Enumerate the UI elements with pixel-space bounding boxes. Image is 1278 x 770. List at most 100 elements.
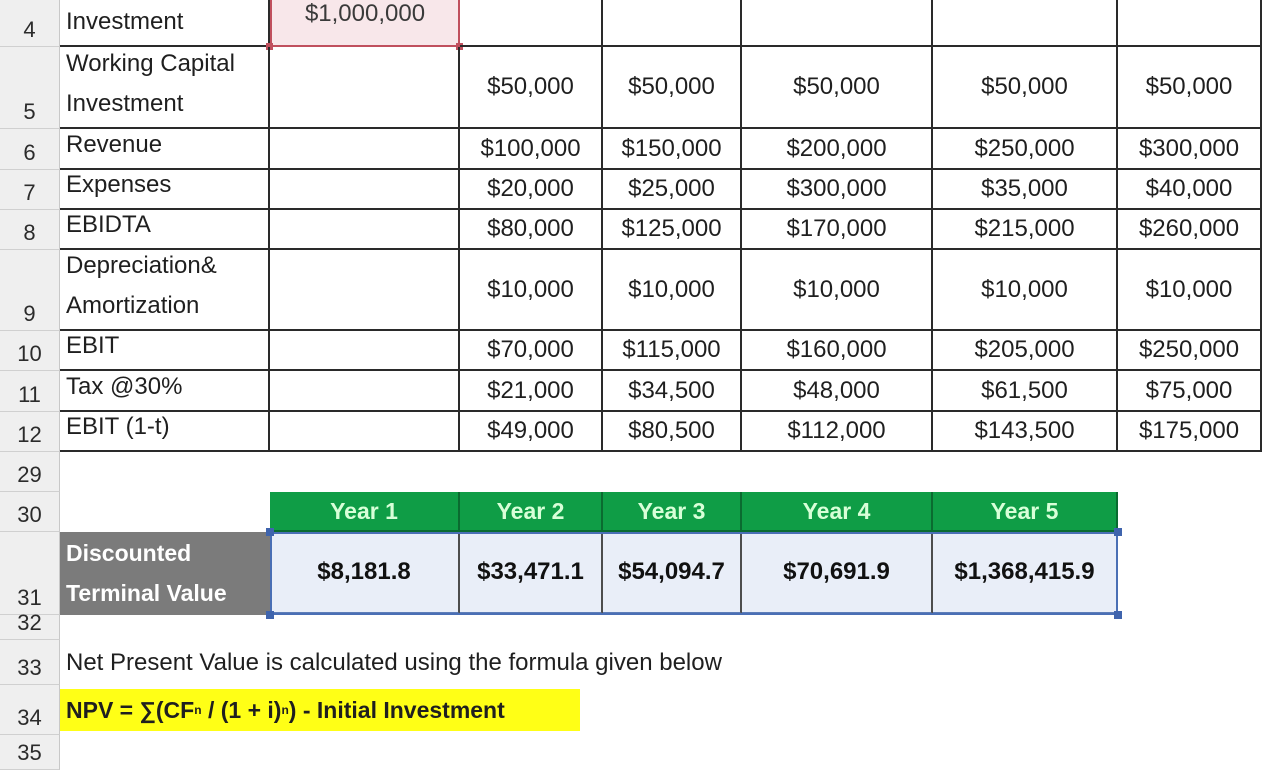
value-cell[interactable]: $200,000 bbox=[742, 129, 933, 170]
value-cell[interactable]: $49,000 bbox=[460, 412, 603, 452]
npv-note[interactable]: Net Present Value is calculated using th… bbox=[60, 640, 960, 685]
row-header-9[interactable]: 9 bbox=[0, 250, 60, 331]
row-label-cell[interactable]: EBIDTA bbox=[60, 210, 270, 250]
value-cell[interactable]: $250,000 bbox=[933, 129, 1118, 170]
row-header-12[interactable]: 12 bbox=[0, 412, 60, 452]
row-header-11[interactable]: 11 bbox=[0, 371, 60, 412]
dtv-value-cell[interactable]: $70,691.9 bbox=[742, 532, 933, 615]
year-header-4[interactable]: Year 4 bbox=[742, 492, 933, 532]
year-header-3[interactable]: Year 3 bbox=[603, 492, 742, 532]
row-header-6[interactable]: 6 bbox=[0, 129, 60, 170]
value-cell[interactable]: $10,000 bbox=[603, 250, 742, 331]
row-label-cell[interactable]: Tax @30% bbox=[60, 371, 270, 412]
initial-cell[interactable] bbox=[270, 170, 460, 210]
value-cell[interactable]: $115,000 bbox=[603, 331, 742, 371]
row-header-31[interactable]: 31 bbox=[0, 532, 60, 615]
row-label-cell[interactable]: Depreciation& Amortization bbox=[60, 250, 270, 331]
dtv-value-cell[interactable]: $1,368,415.9 bbox=[933, 532, 1118, 615]
value-cell[interactable]: $50,000 bbox=[460, 47, 603, 129]
value-cell[interactable]: $80,000 bbox=[460, 210, 603, 250]
value-cell[interactable]: $150,000 bbox=[603, 129, 742, 170]
value-cell[interactable]: $160,000 bbox=[742, 331, 933, 371]
year-header-2[interactable]: Year 2 bbox=[460, 492, 603, 532]
value-cell[interactable]: $112,000 bbox=[742, 412, 933, 452]
dtv-value-cell[interactable]: $33,471.1 bbox=[460, 532, 603, 615]
value-cell[interactable] bbox=[742, 0, 933, 47]
dtv-value-cell[interactable]: $8,181.8 bbox=[270, 532, 460, 615]
row-header-33[interactable]: 33 bbox=[0, 640, 60, 685]
row-header-8[interactable]: 8 bbox=[0, 210, 60, 250]
value-cell[interactable]: $50,000 bbox=[933, 47, 1118, 129]
value-cell[interactable]: $75,000 bbox=[1118, 371, 1262, 412]
value-cell[interactable]: $50,000 bbox=[742, 47, 933, 129]
value-cell[interactable]: $215,000 bbox=[933, 210, 1118, 250]
row-header-34[interactable]: 34 bbox=[0, 685, 60, 735]
year-header-5[interactable]: Year 5 bbox=[933, 492, 1118, 532]
row-header-35[interactable]: 35 bbox=[0, 735, 60, 770]
value-cell[interactable]: $205,000 bbox=[933, 331, 1118, 371]
value-cell[interactable] bbox=[933, 0, 1118, 47]
dtv-value-cell[interactable]: $54,094.7 bbox=[603, 532, 742, 615]
initial-cell[interactable] bbox=[270, 129, 460, 170]
value-cell[interactable]: $48,000 bbox=[742, 371, 933, 412]
value-cell[interactable]: $40,000 bbox=[1118, 170, 1262, 210]
row-header-29[interactable]: 29 bbox=[0, 452, 60, 492]
value-cell[interactable]: $80,500 bbox=[603, 412, 742, 452]
value-cell[interactable]: $20,000 bbox=[460, 170, 603, 210]
value-cell[interactable]: $61,500 bbox=[933, 371, 1118, 412]
row-label-cell[interactable]: Revenue bbox=[60, 129, 270, 170]
value-cell[interactable]: $10,000 bbox=[1118, 250, 1262, 331]
initial-cell[interactable] bbox=[270, 331, 460, 371]
dtv-label-cell[interactable]: Discounted Terminal Value bbox=[60, 532, 270, 615]
value-cell[interactable]: $175,000 bbox=[1118, 412, 1262, 452]
value-cell[interactable]: $100,000 bbox=[460, 129, 603, 170]
value-cell[interactable]: $35,000 bbox=[933, 170, 1118, 210]
row-label-cell[interactable]: EBIT bbox=[60, 331, 270, 371]
value-cell[interactable]: $170,000 bbox=[742, 210, 933, 250]
value-cell[interactable]: $70,000 bbox=[460, 331, 603, 371]
value-cell[interactable]: $300,000 bbox=[1118, 129, 1262, 170]
value-cell[interactable]: $21,000 bbox=[460, 371, 603, 412]
initial-cell[interactable] bbox=[270, 412, 460, 452]
selection-handle[interactable] bbox=[266, 611, 274, 619]
value-cell[interactable]: $143,500 bbox=[933, 412, 1118, 452]
value-cell[interactable]: $260,000 bbox=[1118, 210, 1262, 250]
row-label-cell[interactable]: Investment bbox=[60, 0, 270, 47]
row-header-4[interactable]: 4 bbox=[0, 0, 60, 47]
row-label-cell[interactable]: Expenses bbox=[60, 170, 270, 210]
value-cell[interactable]: $50,000 bbox=[1118, 47, 1262, 129]
npv-formula[interactable]: NPV = ∑(CF n / (1 + i) n) - Initial Invest… bbox=[60, 689, 580, 731]
value-cell[interactable]: $34,500 bbox=[603, 371, 742, 412]
value-cell[interactable] bbox=[1118, 0, 1262, 47]
row-header-10[interactable]: 10 bbox=[0, 331, 60, 371]
row-label-text: Depreciation& bbox=[66, 252, 217, 279]
value-cell[interactable]: $50,000 bbox=[603, 47, 742, 129]
row-label-cell[interactable]: EBIT (1-t) bbox=[60, 412, 270, 452]
row-header-7[interactable]: 7 bbox=[0, 170, 60, 210]
value-cell[interactable]: $250,000 bbox=[1118, 331, 1262, 371]
selection-handle[interactable] bbox=[1114, 611, 1122, 619]
initial-cell[interactable] bbox=[270, 210, 460, 250]
value-cell[interactable] bbox=[603, 0, 742, 47]
row-label-text: Amortization bbox=[66, 292, 200, 319]
value-cell[interactable]: $10,000 bbox=[742, 250, 933, 331]
formula-part: / (1 + i) bbox=[201, 696, 282, 723]
initial-investment-cell[interactable]: $1,000,000 bbox=[270, 0, 460, 47]
value-cell[interactable]: $300,000 bbox=[742, 170, 933, 210]
year-header-1[interactable]: Year 1 bbox=[270, 492, 460, 532]
row-header-30[interactable]: 30 bbox=[0, 492, 60, 532]
selection-handle[interactable] bbox=[266, 528, 274, 536]
selection-handle[interactable] bbox=[1114, 528, 1122, 536]
value-cell[interactable]: $10,000 bbox=[460, 250, 603, 331]
initial-cell[interactable] bbox=[270, 371, 460, 412]
value-cell[interactable]: $10,000 bbox=[933, 250, 1118, 331]
row-header-5[interactable]: 5 bbox=[0, 47, 60, 129]
row-header-32[interactable]: 32 bbox=[0, 610, 60, 640]
row-label-cell[interactable]: Working Capital Investment bbox=[60, 47, 270, 129]
value-cell[interactable] bbox=[460, 0, 603, 47]
value-cell[interactable]: $25,000 bbox=[603, 170, 742, 210]
initial-cell[interactable] bbox=[270, 250, 460, 331]
formula-part: n bbox=[281, 703, 289, 717]
value-cell[interactable]: $125,000 bbox=[603, 210, 742, 250]
initial-cell[interactable] bbox=[270, 47, 460, 129]
